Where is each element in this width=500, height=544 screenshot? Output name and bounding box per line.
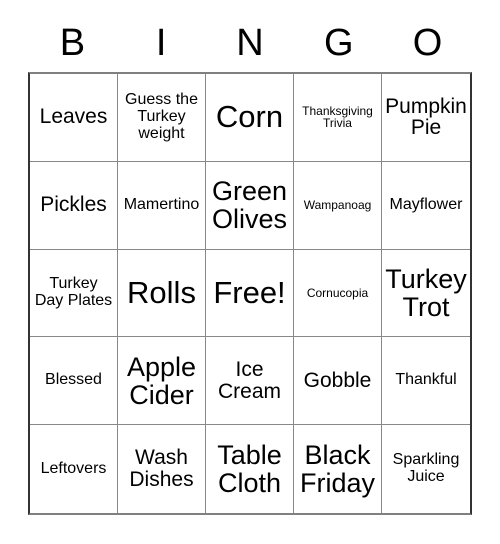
bingo-cell-n5[interactable]: Table Cloth — [206, 425, 294, 513]
bingo-cell-label: Corn — [215, 99, 284, 135]
bingo-cell-label: Cornucopia — [306, 285, 369, 300]
bingo-cell-label: Sparkling Juice — [392, 451, 460, 486]
bingo-cell-label: Turkey Day Plates — [34, 275, 113, 309]
bingo-header-letter-b: B — [59, 22, 86, 64]
bingo-header-letter-i: I — [155, 22, 167, 64]
bingo-cell-g1[interactable]: Thanksgiving Trivia — [294, 74, 382, 162]
bingo-cell-label: Rolls — [127, 274, 196, 310]
bingo-cell-n2[interactable]: Green Olives — [206, 161, 294, 250]
bingo-cell-label: Leaves — [39, 105, 108, 129]
bingo-cell-o5[interactable]: Sparkling Juice — [382, 425, 470, 513]
bingo-cell-n4[interactable]: Ice Cream — [206, 337, 294, 426]
bingo-cell-label: Green Olives — [211, 176, 288, 235]
bingo-cell-i5[interactable]: Wash Dishes — [118, 425, 206, 513]
bingo-header-letter-n: N — [236, 22, 264, 64]
bingo-header-letter-o: O — [412, 22, 443, 64]
bingo-cell-label: Black Friday — [299, 440, 375, 499]
bingo-cell-label: Mayflower — [389, 195, 463, 213]
bingo-cell-b3[interactable]: Turkey Day Plates — [30, 249, 118, 338]
bingo-cell-label: Ice Cream — [217, 357, 281, 403]
bingo-cell-free-space[interactable]: Free! — [206, 249, 294, 338]
bingo-card: B I N G O Leaves Guess the Turkey weight… — [0, 0, 500, 544]
bingo-cell-label: Mamertino — [123, 195, 200, 213]
bingo-cell-i1[interactable]: Guess the Turkey weight — [118, 74, 206, 162]
bingo-header-row: B I N G O — [28, 14, 472, 72]
bingo-cell-n1[interactable]: Corn — [206, 74, 294, 162]
bingo-cell-label: Wash Dishes — [129, 446, 194, 492]
bingo-cell-i3[interactable]: Rolls — [118, 249, 206, 338]
bingo-cell-b5[interactable]: Leftovers — [30, 425, 118, 513]
bingo-cell-label: Table Cloth — [217, 440, 282, 499]
bingo-cell-g2[interactable]: Wampanoag — [294, 161, 382, 250]
bingo-cell-b1[interactable]: Leaves — [30, 74, 118, 162]
bingo-cell-g4[interactable]: Gobble — [294, 337, 382, 426]
bingo-cell-b2[interactable]: Pickles — [30, 161, 118, 250]
bingo-cell-g3[interactable]: Cornucopia — [294, 249, 382, 338]
bingo-cell-label: Apple Cider — [126, 351, 197, 410]
bingo-cell-i4[interactable]: Apple Cider — [118, 337, 206, 426]
bingo-cell-label: Thankful — [395, 371, 457, 389]
bingo-cell-o1[interactable]: Pumpkin Pie — [382, 74, 470, 162]
bingo-cell-label: Pumpkin Pie — [385, 94, 467, 140]
bingo-grid: Leaves Guess the Turkey weight Corn Than… — [28, 72, 472, 515]
bingo-cell-o2[interactable]: Mayflower — [382, 161, 470, 250]
bingo-free-space-label: Free! — [213, 274, 286, 310]
bingo-cell-label: Blessed — [45, 371, 102, 389]
bingo-cell-label: Thanksgiving Trivia — [302, 103, 373, 131]
bingo-cell-label: Turkey Trot — [385, 263, 467, 322]
bingo-cell-label: Guess the Turkey weight — [125, 91, 198, 142]
bingo-cell-label: Wampanoag — [303, 197, 372, 212]
bingo-cell-g5[interactable]: Black Friday — [294, 425, 382, 513]
bingo-cell-label: Gobble — [303, 368, 372, 392]
bingo-header-letter-g: G — [324, 22, 354, 64]
bingo-cell-b4[interactable]: Blessed — [30, 337, 118, 426]
bingo-cell-label: Pickles — [40, 193, 107, 217]
bingo-cell-label: Leftovers — [40, 459, 107, 477]
bingo-cell-o4[interactable]: Thankful — [382, 337, 470, 426]
bingo-cell-i2[interactable]: Mamertino — [118, 161, 206, 250]
bingo-cell-o3[interactable]: Turkey Trot — [382, 249, 470, 338]
